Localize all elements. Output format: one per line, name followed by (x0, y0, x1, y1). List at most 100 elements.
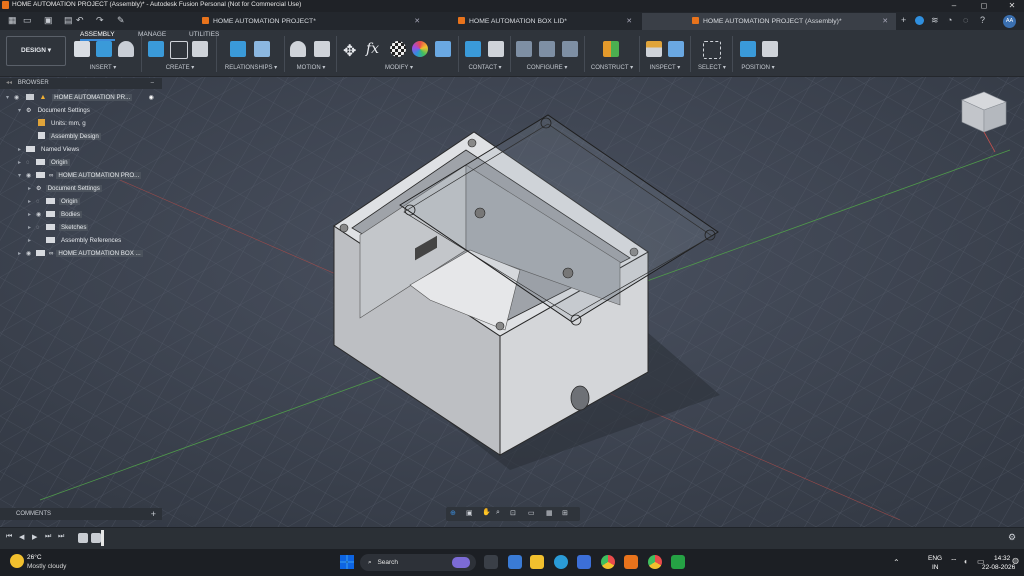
group-create[interactable]: CREATE ▾ (158, 64, 202, 71)
timeline-play-icon[interactable]: ▶ (32, 533, 37, 541)
fusion-app-icon[interactable] (624, 555, 638, 569)
group-select[interactable]: SELECT ▾ (694, 64, 730, 71)
insert-mesh-icon[interactable] (118, 41, 134, 57)
measure-icon[interactable] (646, 41, 662, 57)
offline-icon[interactable]: ≋ (931, 15, 939, 26)
group-motion[interactable]: MOTION ▾ (292, 64, 330, 71)
viewports-icon[interactable]: ⊞ (562, 509, 568, 517)
pan-icon[interactable]: ✋ (482, 508, 491, 516)
motion-study-icon[interactable] (314, 41, 330, 57)
browser-row-assembly-references[interactable]: ▸ Assembly References (28, 235, 123, 247)
comments-panel[interactable]: COMMENTS + (0, 508, 162, 520)
browser-minimize-icon[interactable]: – (151, 78, 154, 89)
insert-component-icon[interactable] (74, 41, 90, 57)
chrome-icon[interactable] (601, 555, 615, 569)
browser-row-assembly-design[interactable]: Assembly Design (38, 131, 101, 143)
parameters-icon[interactable]: fx (366, 41, 379, 57)
configure-design-icon[interactable] (516, 41, 532, 57)
tab-home-automation-assembly[interactable]: HOME AUTOMATION PROJECT (Assembly)* ✕ (642, 13, 896, 30)
group-configure[interactable]: CONFIGURE ▾ (520, 64, 574, 71)
contact-sets-icon[interactable] (465, 41, 481, 57)
configure-rule-icon[interactable] (562, 41, 578, 57)
group-contact[interactable]: CONTACT ▾ (464, 64, 506, 71)
tab-manage[interactable]: MANAGE (138, 31, 166, 38)
group-construct[interactable]: CONSTRUCT ▾ (588, 64, 636, 71)
help-icon[interactable]: ? (980, 15, 985, 25)
language-bottom[interactable]: IN (932, 564, 939, 571)
change-parameters-icon[interactable] (435, 41, 451, 57)
browser-row-named-views[interactable]: ▸ Named Views (18, 144, 81, 156)
create-form-icon[interactable] (192, 41, 208, 57)
enable-contact-icon[interactable] (488, 41, 504, 57)
browser-row-origin[interactable]: ▸ ◌ Origin (18, 157, 70, 169)
eye-off-icon[interactable]: ◌ (36, 196, 46, 208)
motion-link-icon[interactable] (290, 41, 306, 57)
app-grid-icon[interactable]: ▦ (8, 15, 17, 26)
close-tab-icon[interactable]: ✕ (414, 13, 420, 30)
tab-home-automation-project[interactable]: HOME AUTOMATION PROJECT* ✕ (196, 13, 428, 30)
move-copy-icon[interactable]: ✥ (343, 41, 356, 61)
notification-center-icon[interactable]: ◍ (1012, 556, 1019, 565)
capture-position-icon[interactable] (740, 41, 756, 57)
close-window-button[interactable]: ✕ (1002, 0, 1022, 12)
tab-home-automation-box-lid[interactable]: HOME AUTOMATION BOX LID* ✕ (452, 13, 640, 30)
notifications-icon[interactable]: ◔ (947, 15, 952, 25)
timeline-marker[interactable] (101, 530, 104, 546)
group-modify[interactable]: MODIFY ▾ (378, 64, 420, 71)
job-status-icon[interactable]: ✎ (117, 15, 125, 26)
browser-row-component-origin[interactable]: ▸ ◌ Origin (28, 196, 80, 208)
interference-icon[interactable] (668, 41, 684, 57)
add-comment-icon[interactable]: + (151, 508, 156, 520)
notification-bell-icon[interactable]: ◌ (963, 15, 968, 25)
file-explorer-icon[interactable] (530, 555, 544, 569)
edge-icon[interactable] (554, 555, 568, 569)
taskbar-search[interactable]: ⌕ Search (360, 554, 476, 571)
zoom-icon[interactable]: ⌕ (496, 509, 500, 517)
browser-row-bodies[interactable]: ▸ ◉ Bodies (28, 209, 82, 221)
show-hidden-icons[interactable]: ⌃ (893, 558, 900, 567)
close-tab-icon[interactable]: ✕ (882, 13, 888, 30)
eye-icon[interactable]: ◉ (26, 170, 36, 182)
create-sketch-icon[interactable] (170, 41, 188, 59)
workspace-switcher[interactable]: DESIGN ▾ (6, 36, 66, 66)
select-icon[interactable] (703, 41, 721, 59)
activate-radio-icon[interactable]: ◉ (149, 92, 154, 104)
file-icon[interactable]: ▭ (23, 15, 32, 26)
clock-time[interactable]: 14:32 (994, 555, 1010, 562)
eye-icon[interactable]: ◉ (36, 209, 46, 221)
volume-icon[interactable]: ◖ (963, 557, 968, 566)
copilot-icon[interactable] (508, 555, 522, 569)
extensions-icon[interactable] (915, 16, 924, 25)
offset-plane-icon[interactable] (603, 41, 619, 57)
browser-row-root-assembly[interactable]: ▾ ◉ ▲ HOME AUTOMATION PR... ◉ (6, 92, 160, 104)
start-button-icon[interactable] (340, 555, 354, 569)
grid-settings-icon[interactable]: ▦ (546, 509, 553, 517)
network-icon[interactable]: ⌔ (950, 557, 958, 567)
clock-date[interactable]: 22-08-2026 (982, 564, 1015, 571)
store-icon[interactable] (577, 555, 591, 569)
group-inspect[interactable]: INSPECT ▾ (646, 64, 684, 71)
weather-icon[interactable] (10, 554, 24, 568)
display-settings-icon[interactable]: ▭ (528, 509, 535, 517)
user-avatar[interactable]: AA (1003, 15, 1016, 28)
language-top[interactable]: ENG (928, 555, 942, 562)
redo-icon[interactable]: ↷ (96, 15, 104, 26)
save-icon-2[interactable]: ▤ (64, 15, 73, 26)
group-relationships[interactable]: RELATIONSHIPS ▾ (222, 64, 280, 71)
browser-row-component-document-settings[interactable]: ▸ ⚙ Document Settings (28, 183, 102, 195)
timeline-component-icon[interactable] (78, 533, 88, 543)
browser-row-document-settings[interactable]: ▾ ⚙ Document Settings (18, 105, 92, 117)
timeline-step-back-icon[interactable]: ◀ (19, 533, 24, 541)
timeline-settings-icon[interactable]: ⚙ (1008, 532, 1016, 543)
physical-material-icon[interactable] (412, 41, 428, 57)
browser-row-units[interactable]: Units: mm, g (38, 118, 88, 130)
group-position[interactable]: POSITION ▾ (736, 64, 780, 71)
eye-icon[interactable]: ◉ (14, 92, 24, 104)
timeline-component-icon[interactable] (91, 533, 101, 543)
timeline-end-icon[interactable]: ⏭ (58, 533, 64, 541)
eye-off-icon[interactable]: ◌ (36, 222, 46, 234)
browser-row-component-box-lid[interactable]: ▸ ◉ ∞ HOME AUTOMATION BOX ... (18, 248, 143, 260)
minimize-button[interactable]: – (944, 0, 964, 12)
look-at-icon[interactable]: ▣ (466, 509, 473, 517)
fit-icon[interactable]: ⊡ (510, 509, 516, 517)
